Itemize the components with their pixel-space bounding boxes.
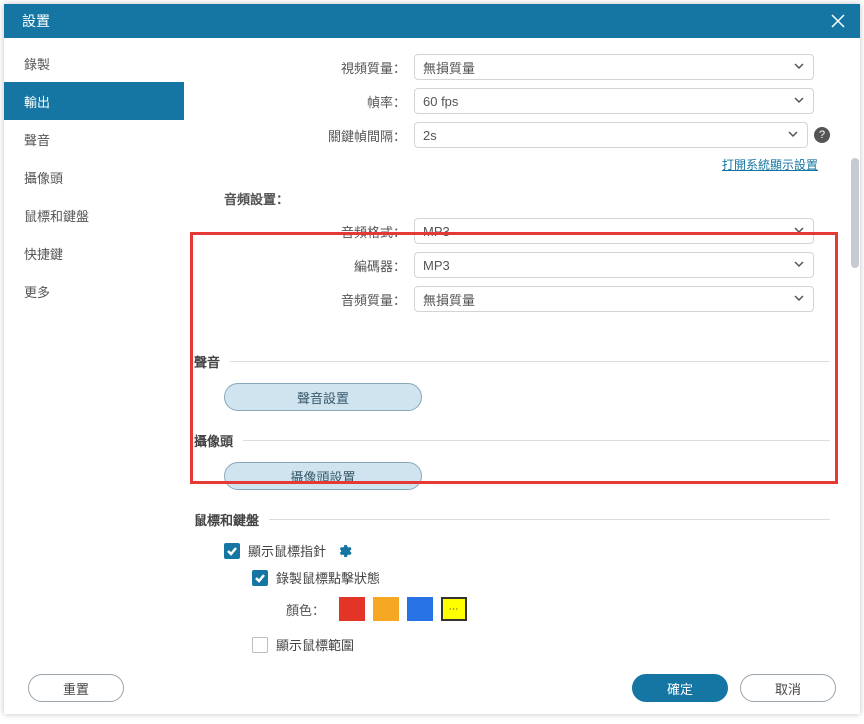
close-icon	[830, 13, 846, 29]
show-pointer-checkbox[interactable]	[224, 543, 240, 559]
more-label: ⋯	[449, 604, 460, 615]
fps-label: 幀率：	[194, 92, 414, 111]
show-range-label: 顯示鼠標範圍	[276, 635, 354, 654]
divider	[269, 519, 830, 520]
button-label: 聲音設置	[297, 388, 349, 407]
chevron-down-icon	[793, 292, 805, 307]
chevron-down-icon	[787, 128, 799, 143]
footer: 重置 確定 取消	[4, 662, 860, 714]
color-swatch-red[interactable]	[339, 597, 365, 621]
color-swatch-orange[interactable]	[373, 597, 399, 621]
sidebar-item-output[interactable]: 輸出	[4, 82, 184, 120]
sidebar-item-label: 鼠標和鍵盤	[24, 206, 89, 225]
chevron-down-icon	[793, 60, 805, 75]
video-quality-label: 視頻質量：	[194, 58, 414, 77]
sidebar-item-label: 攝像頭	[24, 168, 63, 187]
audio-format-label: 音頻格式：	[194, 222, 414, 241]
sidebar-item-camera[interactable]: 攝像頭	[4, 158, 184, 196]
sidebar-item-sound[interactable]: 聲音	[4, 120, 184, 158]
audio-quality-label: 音頻質量：	[194, 290, 414, 309]
mouse-section-heading: 鼠標和鍵盤	[194, 510, 269, 529]
sidebar-item-hotkeys[interactable]: 快捷鍵	[4, 234, 184, 272]
sidebar-item-mouse-keyboard[interactable]: 鼠標和鍵盤	[4, 196, 184, 234]
reset-button[interactable]: 重置	[28, 674, 124, 702]
audio-encoder-label: 編碼器：	[194, 256, 414, 275]
scrollbar[interactable]	[850, 38, 860, 662]
help-icon[interactable]: ?	[814, 127, 830, 143]
button-label: 攝像頭設置	[290, 467, 355, 486]
show-range-checkbox[interactable]	[252, 637, 268, 653]
color-swatch-blue[interactable]	[407, 597, 433, 621]
cancel-button[interactable]: 取消	[740, 674, 836, 702]
record-clicks-label: 錄製鼠標點擊狀態	[276, 568, 380, 587]
display-settings-link[interactable]: 打開系統顯示設置	[722, 156, 818, 173]
audio-quality-select[interactable]: 無損質量	[414, 286, 814, 312]
select-value: 2s	[423, 128, 437, 143]
pointer-settings-gear[interactable]	[336, 543, 352, 559]
show-pointer-label: 顯示鼠標指針	[248, 541, 326, 560]
sidebar-item-record[interactable]: 錄製	[4, 44, 184, 82]
sidebar-item-label: 輸出	[24, 92, 50, 111]
close-button[interactable]	[828, 11, 848, 31]
audio-encoder-select[interactable]: MP3	[414, 252, 814, 278]
sidebar-item-label: 聲音	[24, 130, 50, 149]
sidebar-item-label: 更多	[24, 282, 50, 301]
camera-settings-button[interactable]: 攝像頭設置	[224, 462, 422, 490]
audio-settings-heading: 音頻設置：	[224, 189, 830, 208]
button-label: 重置	[63, 679, 89, 698]
button-label: 確定	[667, 679, 693, 698]
select-value: MP3	[423, 258, 450, 273]
select-value: MP3	[423, 224, 450, 239]
select-value: 無損質量	[423, 290, 475, 309]
gear-icon	[336, 543, 352, 559]
sidebar-item-label: 錄製	[24, 54, 50, 73]
sidebar: 錄製 輸出 聲音 攝像頭 鼠標和鍵盤 快捷鍵 更多	[4, 38, 184, 662]
button-label: 取消	[775, 679, 801, 698]
select-value: 無損質量	[423, 58, 475, 77]
titlebar: 設置	[4, 4, 860, 38]
camera-section-heading: 攝像頭	[194, 431, 243, 450]
content-pane: 視頻質量： 無損質量 幀率： 60 fps 關鍵幀間隔：	[184, 38, 860, 662]
color-swatch-more[interactable]: ⋯	[441, 597, 467, 621]
color-label: 顏色：	[286, 600, 325, 619]
sound-settings-button[interactable]: 聲音設置	[224, 383, 422, 411]
record-clicks-checkbox[interactable]	[252, 570, 268, 586]
fps-select[interactable]: 60 fps	[414, 88, 814, 114]
video-quality-select[interactable]: 無損質量	[414, 54, 814, 80]
keyframe-label: 關鍵幀間隔：	[194, 126, 414, 145]
chevron-down-icon	[793, 258, 805, 273]
audio-format-select[interactable]: MP3	[414, 218, 814, 244]
chevron-down-icon	[793, 224, 805, 239]
keyframe-select[interactable]: 2s	[414, 122, 808, 148]
chevron-down-icon	[793, 94, 805, 109]
divider	[230, 361, 830, 362]
ok-button[interactable]: 確定	[632, 674, 728, 702]
sound-section-heading: 聲音	[194, 352, 230, 371]
select-value: 60 fps	[423, 94, 458, 109]
window-title: 設置	[22, 11, 50, 31]
sidebar-item-label: 快捷鍵	[24, 244, 63, 263]
scroll-thumb[interactable]	[851, 158, 859, 268]
divider	[243, 440, 830, 441]
sidebar-item-more[interactable]: 更多	[4, 272, 184, 310]
